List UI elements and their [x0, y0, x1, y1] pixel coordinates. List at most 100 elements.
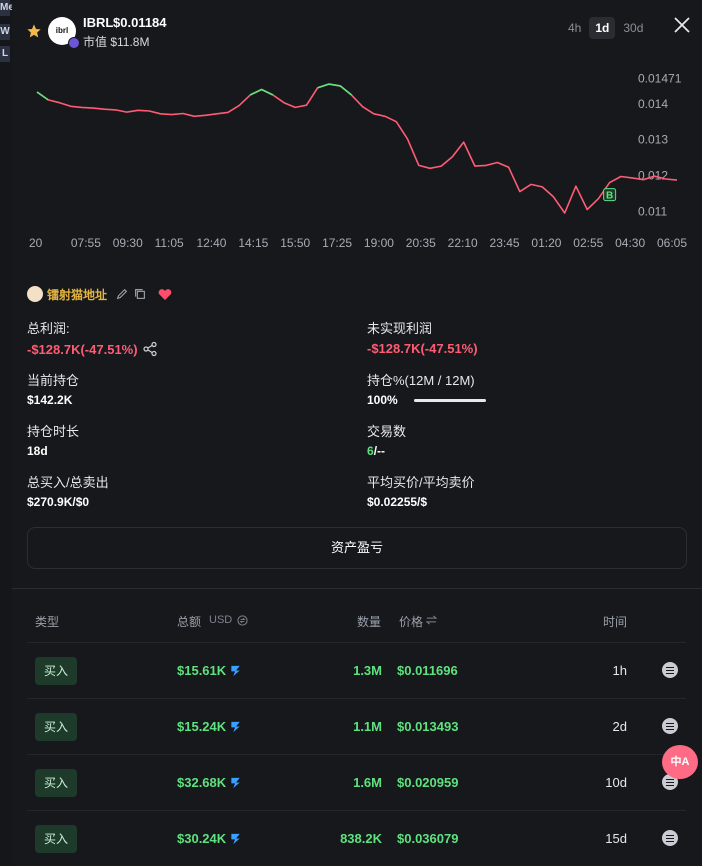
trades-sell-count: /-- [373, 444, 386, 458]
price-line-high-segment [249, 88, 274, 96]
total-profit-value: -$128.7K(-47.51%) [27, 341, 138, 357]
left-tag: Me [0, 0, 14, 16]
trade-time: 15d [605, 831, 627, 846]
trade-price: $0.036079 [397, 831, 459, 846]
trade-time: 2d [612, 719, 627, 734]
col-type: 类型 [35, 615, 60, 629]
trades-buy-count: 6 [367, 444, 374, 458]
asset-pnl-button[interactable]: 资产盈亏 [27, 527, 687, 569]
total-buysell-value: $270.9K/$0 [27, 495, 90, 509]
token-detail-panel: ibrl IBRL $0.01184 市值 $11.8M 4h 1d 30d 0… [12, 0, 702, 866]
trade-type-badge: 买入 [35, 657, 77, 685]
trade-time: 1h [612, 663, 627, 678]
left-tag: W [0, 24, 10, 40]
left-tag: L [0, 46, 10, 62]
y-tick-label: 0.011 [638, 204, 667, 218]
trade-amount: $15.61K [177, 663, 242, 678]
x-tick-label: 19:00 [364, 236, 394, 250]
col-currency[interactable]: USD [209, 614, 232, 626]
wallet-address-row: 镭射猫地址 [27, 284, 173, 304]
share-icon[interactable] [142, 341, 158, 357]
total-profit-label: 总利润: [27, 321, 70, 336]
token-header: ibrl IBRL $0.01184 市值 $11.8M 4h 1d 30d [12, 0, 702, 60]
wallet-source-icon [231, 833, 240, 845]
row-menu-icon[interactable] [662, 662, 678, 678]
timeframe-selector: 4h 1d 30d [562, 17, 649, 39]
price-swap-icon[interactable] [426, 615, 437, 625]
x-tick-label: 12:40 [196, 236, 226, 250]
token-price: $0.01184 [113, 15, 167, 30]
unrealized-profit: 未实现利润 -$128.7K(-47.51%) [367, 318, 478, 356]
y-tick-label: 0.014 [638, 97, 668, 111]
trade-qty: 1.6M [353, 775, 382, 790]
trade-amount-value: $15.61K [177, 663, 227, 678]
star-icon[interactable] [26, 23, 42, 39]
row-menu-icon[interactable] [662, 718, 678, 734]
col-amount: 总额 [177, 615, 202, 629]
table-row[interactable]: 买入 $15.24K 1.1M $0.013493 2d [27, 698, 686, 754]
trade-qty: 1.1M [353, 719, 382, 734]
divider [12, 588, 702, 589]
trade-type-badge: 买入 [35, 769, 77, 797]
col-qty: 数量 [357, 615, 382, 629]
holding-pct-value: 100% [367, 393, 398, 407]
edit-icon[interactable] [115, 287, 129, 301]
wallet-source-icon [231, 721, 240, 733]
table-row[interactable]: 买入 $30.24K 838.2K $0.036079 15d [27, 810, 686, 866]
y-tick-label: 0.01471 [638, 71, 682, 85]
x-tick-label: 01:20 [531, 236, 561, 250]
timeframe-30d[interactable]: 30d [617, 17, 649, 39]
y-tick-label: 0.013 [638, 133, 668, 147]
currency-switch-icon[interactable] [237, 615, 248, 626]
hold-time: 持仓时长 18d [27, 421, 79, 458]
x-tick-label: 09:30 [113, 236, 143, 250]
price-line-high-segment [36, 91, 49, 101]
trades-label: 交易数 [367, 424, 407, 439]
table-row[interactable]: 买入 $15.61K 1.3M $0.011696 1h [27, 642, 686, 698]
wallet-label[interactable]: 镭射猫地址 [47, 286, 107, 303]
x-tick-label: 22:10 [448, 236, 478, 250]
avatar [27, 286, 43, 302]
table-header: 类型 总额 USD 数量 价格 时间 [27, 598, 686, 642]
trade-type-badge: 买入 [35, 713, 77, 741]
unrealized-value: -$128.7K(-47.51%) [367, 341, 478, 356]
x-tick-label: 02:55 [573, 236, 603, 250]
trade-qty: 1.3M [353, 663, 382, 678]
avg-price-label: 平均买价/平均卖价 [367, 475, 475, 490]
total-buysell-label: 总买入/总卖出 [27, 475, 109, 490]
holding-value: $142.2K [27, 393, 73, 407]
unrealized-label: 未实现利润 [367, 321, 433, 336]
buy-marker-label: B [606, 191, 613, 202]
col-time: 时间 [603, 615, 628, 629]
translate-button[interactable]: 中A [662, 745, 698, 779]
x-tick-label: 11:05 [155, 236, 184, 250]
trade-amount: $30.24K [177, 831, 242, 846]
price-line-high-segment [317, 83, 352, 96]
x-tick-label: 14:15 [238, 236, 268, 250]
trade-type-badge: 买入 [35, 825, 77, 853]
heart-icon[interactable] [157, 287, 173, 301]
table-row[interactable]: 买入 $32.68K 1.6M $0.020959 10d [27, 754, 686, 810]
trade-qty: 838.2K [340, 831, 382, 846]
wallet-source-icon [231, 665, 240, 677]
trade-amount-value: $30.24K [177, 831, 227, 846]
x-tick-label: 23:45 [490, 236, 520, 250]
close-icon[interactable] [672, 15, 692, 35]
trade-amount-value: $15.24K [177, 719, 227, 734]
holding-pct-label: 持仓%(12M / 12M) [367, 373, 475, 388]
trade-price: $0.013493 [397, 719, 459, 734]
hold-time-label: 持仓时长 [27, 424, 80, 439]
buy-marker[interactable]: B [603, 188, 617, 202]
x-tick-label: 17:25 [322, 236, 352, 250]
timeframe-1d[interactable]: 1d [589, 17, 616, 39]
total-profit: 总利润: -$128.7K(-47.51%) [27, 318, 158, 357]
avg-price-value: $0.02255/$ [367, 495, 428, 509]
hold-time-value: 18d [27, 444, 48, 458]
timeframe-4h[interactable]: 4h [562, 17, 587, 39]
x-tick-label: 20 [29, 236, 43, 250]
row-menu-icon[interactable] [662, 830, 678, 846]
copy-icon[interactable] [133, 287, 147, 301]
price-chart: 0.014710.0140.0130.0120.01120 07:55 09:30 1… [29, 71, 687, 250]
trade-amount: $32.68K [177, 775, 242, 790]
col-price: 价格 [399, 615, 424, 629]
